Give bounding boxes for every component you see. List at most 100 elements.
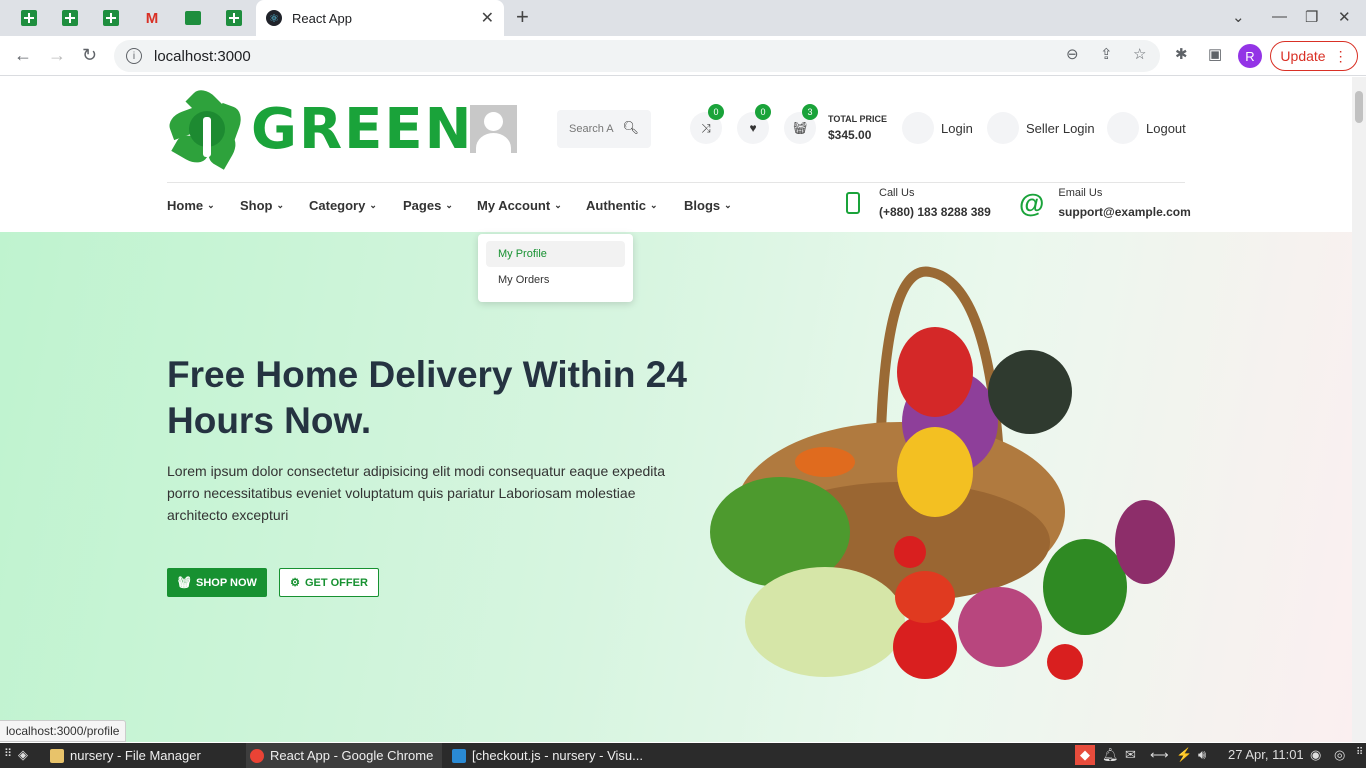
cart-button[interactable]: 🧺︎ 3 [784,104,818,144]
email-address[interactable]: support@example.com [1058,205,1190,219]
compare-count-badge: 0 [708,104,724,120]
nav-label: Category [309,198,366,213]
side-panel-icon[interactable]: ▣ [1208,45,1222,63]
logout-label: Logout [1146,120,1186,136]
bookmark-star-icon[interactable]: ☆ [1133,45,1146,63]
chevron-down-icon: ⌄ [276,200,285,210]
hero-banner: Free Home Delivery Within 24 Hours Now. … [0,232,1352,742]
forward-button[interactable]: → [48,45,66,66]
call-us: Call Us (+880) 183 8288 389 [846,187,991,219]
shop-now-button[interactable]: 🧺︎ SHOP NOW [167,568,267,597]
mail-icon[interactable]: ✉ [1125,747,1136,763]
tray-app-icon[interactable]: ◉ [1310,747,1321,763]
window-close-button[interactable]: ✕ [1338,8,1351,26]
network-icon[interactable]: ⟷ [1150,747,1169,763]
site-logo[interactable]: GREENY [165,84,516,170]
dropdown-item-my-profile[interactable]: My Profile [486,241,625,267]
shop-now-label: SHOP NOW [196,576,257,589]
new-tab-button[interactable]: + [516,4,529,30]
clock[interactable]: 27 Apr, 11:01 [1228,747,1304,762]
user-icon [902,112,934,144]
user-avatar[interactable] [470,105,517,153]
at-icon: @ [1019,187,1045,218]
share-icon[interactable]: ⇪ [1100,45,1113,63]
pinned-tab-sheets[interactable] [17,7,41,29]
restore-button[interactable]: ❐ [1305,8,1318,26]
taskbar-label: React App - Google Chrome [270,748,434,763]
page-scrollbar[interactable] [1352,77,1366,742]
address-bar[interactable]: i localhost:3000 [114,40,1160,72]
taskbar-chrome[interactable]: React App - Google Chrome [246,743,442,768]
taskbar-file-manager[interactable]: nursery - File Manager [48,743,240,768]
bell-icon[interactable]: 🔔︎ [1102,747,1119,763]
pinned-tab-sheets[interactable] [58,7,82,29]
total-price: TOTAL PRICE $345.00 [828,114,887,142]
zoom-icon[interactable]: ⊖ [1066,45,1079,63]
back-button[interactable]: ← [14,45,32,66]
reload-button[interactable]: ↻ [82,45,97,66]
power-icon[interactable]: ⚡ [1176,747,1192,763]
nav-label: Blogs [684,198,721,213]
show-desktop-icon[interactable]: ⠿ [1356,747,1363,758]
extensions-icon[interactable]: ✱ [1175,45,1188,63]
logout-link[interactable]: Logout [1107,112,1186,144]
seller-login-label: Seller Login [1026,120,1095,136]
nav-label: Shop [240,198,273,213]
pinned-tab-chat[interactable] [181,7,205,29]
email-label: Email Us [1058,187,1103,199]
update-button[interactable]: Update ⋮ [1270,41,1358,71]
folder-icon [50,748,64,763]
nav-blogs[interactable]: Blogs ⌄ [684,198,732,213]
fork-leaf-logo-icon [165,84,247,170]
url-text[interactable]: localhost:3000 [154,48,251,65]
search-input[interactable]: Search A 🔍︎ [557,110,651,148]
nav-home[interactable]: Home ⌄ [167,198,215,213]
start-menu-icon[interactable]: ◈ [18,747,28,763]
nav-shop[interactable]: Shop ⌄ [240,198,284,213]
call-label: Call Us [879,187,915,199]
minimize-button[interactable]: — [1272,8,1287,25]
sheets-icon [62,10,78,26]
gmail-icon: M [145,9,159,27]
taskbar-label: nursery - File Manager [70,748,201,763]
chrome-tray-icon[interactable]: ◎ [1334,747,1345,763]
active-tab[interactable]: ⚛ React App ✕ [256,0,504,36]
wishlist-button[interactable]: ♥ 0 [737,104,771,144]
get-offer-button[interactable]: ⚙ GET OFFER [279,568,379,597]
nav-label: My Account [477,198,551,213]
nav-my-account[interactable]: My Account ⌄ [477,198,562,213]
chevron-down-icon: ⌄ [724,200,732,210]
site-info-icon[interactable]: i [126,48,142,64]
wishlist-count-badge: 0 [755,104,771,120]
dropdown-item-my-orders[interactable]: My Orders [486,267,625,293]
login-link[interactable]: Login [902,112,973,144]
tab-title: React App [292,10,352,26]
pinned-tab-sheets[interactable] [222,7,246,29]
basket-icon: 🧺︎ [792,121,808,135]
vegetable-basket-image [710,266,1175,680]
taskbar-vscode[interactable]: [checkout.js - nursery - Visu... [448,743,648,768]
search-icon[interactable]: 🔍︎ [622,120,639,136]
login-label: Login [941,120,973,136]
vscode-icon [452,748,466,763]
nav-authentic[interactable]: Authentic ⌄ [586,198,658,213]
scrollbar-thumb[interactable] [1355,91,1363,123]
call-number[interactable]: (+880) 183 8288 389 [879,205,991,219]
compare-button[interactable]: ⤨ 0 [690,104,724,144]
volume-icon[interactable]: 🔊︎ [1198,747,1206,763]
os-taskbar: ⠿ ◈ nursery - File Manager React App - G… [0,743,1366,768]
phone-icon [846,192,860,214]
nav-pages[interactable]: Pages ⌄ [403,198,453,213]
hero-title: Free Home Delivery Within 24 Hours Now. [167,354,687,441]
git-icon[interactable]: ◆ [1075,745,1095,765]
email-us: @ Email Us support@example.com [1019,187,1191,219]
pinned-tab-gmail[interactable]: M [140,7,164,29]
profile-avatar[interactable]: R [1238,44,1262,68]
tab-search-icon[interactable]: ⌄ [1232,8,1245,26]
close-icon[interactable]: ✕ [481,8,494,28]
pinned-tab-sheets[interactable] [99,7,123,29]
chevron-down-icon: ⌄ [649,200,658,210]
nav-category[interactable]: Category ⌄ [309,198,377,213]
seller-icon [987,112,1019,144]
seller-login-link[interactable]: Seller Login [987,112,1095,144]
